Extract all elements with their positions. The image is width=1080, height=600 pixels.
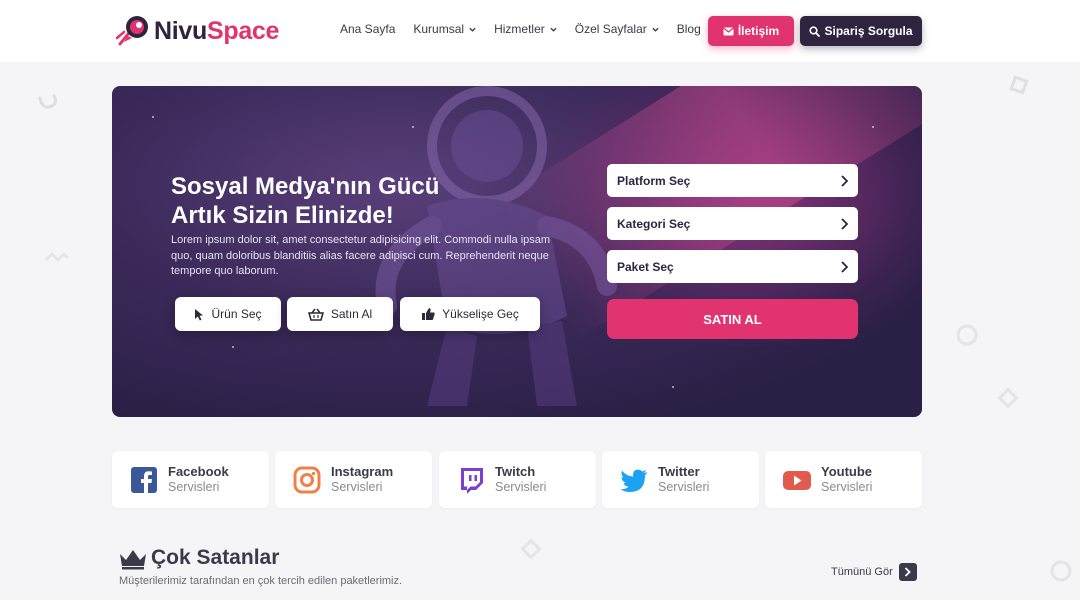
order-query-button[interactable]: Sipariş Sorgula: [800, 16, 922, 46]
platform-select[interactable]: Platform Seç: [607, 164, 858, 197]
buy-now-button[interactable]: Satın Al: [287, 297, 393, 331]
star: [232, 346, 234, 348]
nav-item-special-pages[interactable]: Özel Sayfalar: [575, 22, 659, 36]
chevron-down-icon: [550, 27, 557, 32]
chevron-right-icon: [841, 217, 848, 230]
service-card-youtube[interactable]: Youtube Servisleri: [765, 451, 922, 508]
rise-button[interactable]: Yükselişe Geç: [400, 297, 540, 331]
logo-text-part2: Space: [206, 16, 280, 45]
service-card-subtitle: Servisleri: [658, 480, 710, 494]
service-card-name: Youtube: [821, 464, 873, 479]
service-card-facebook[interactable]: Facebook Servisleri: [112, 451, 269, 508]
basket-icon: [307, 308, 324, 321]
buy-submit-button[interactable]: SATIN AL: [607, 299, 858, 339]
contact-button-label: İletişim: [737, 24, 780, 38]
service-card-twitch[interactable]: Twitch Servisleri: [439, 451, 596, 508]
chevron-right-icon: [898, 563, 917, 581]
section-subtitle: Müşterilerimiz tarafından en çok tercih …: [119, 575, 403, 587]
service-card-subtitle: Servisleri: [168, 480, 220, 494]
twitch-icon: [461, 468, 483, 494]
search-icon: [809, 25, 821, 37]
service-card-subtitle: Servisleri: [331, 480, 383, 494]
service-card-subtitle: Servisleri: [821, 480, 873, 494]
youtube-icon: [783, 471, 811, 490]
nav-item-label: Kurumsal: [413, 22, 465, 36]
site-logo[interactable]: NivuSpace: [114, 12, 279, 50]
decor-swirl-icon: [38, 94, 58, 109]
service-card-subtitle: Servisleri: [495, 480, 547, 494]
service-card-name: Facebook: [168, 464, 229, 479]
nav-item-label: Özel Sayfalar: [574, 22, 647, 36]
platform-select-label: Platform Seç: [617, 173, 691, 188]
star: [872, 126, 874, 128]
decor-diamond-icon: [520, 538, 542, 560]
nav-item-services[interactable]: Hizmetler: [494, 22, 557, 36]
decor-diamond-icon: [1009, 75, 1029, 95]
hero-banner: Sosyal Medya'nın Gücü Artık Sizin Eliniz…: [112, 86, 922, 417]
decor-ring-icon: [956, 324, 978, 346]
main-nav: Ana Sayfa Kurumsal Hizmetler Özel Sayfal…: [340, 22, 719, 36]
select-product-button[interactable]: Ürün Seç: [175, 297, 281, 331]
chevron-down-icon: [652, 27, 659, 32]
thumbs-up-icon: [422, 308, 435, 320]
chevron-down-icon: [469, 27, 476, 32]
nav-item-label: Blog: [676, 22, 701, 36]
rise-button-label: Yükselişe Geç: [442, 307, 519, 321]
chevron-right-icon: [841, 260, 848, 273]
star: [152, 116, 154, 118]
buy-now-button-label: Satın Al: [330, 307, 373, 321]
nav-item-home[interactable]: Ana Sayfa: [340, 22, 395, 36]
category-select-label: Kategori Seç: [617, 216, 691, 231]
package-select[interactable]: Paket Seç: [607, 250, 858, 283]
hero-title-line2: Artık Sizin Elinizde!: [171, 202, 394, 229]
service-card-instagram[interactable]: Instagram Servisleri: [275, 451, 432, 508]
service-card-name: Twitch: [495, 464, 536, 479]
nav-item-blog[interactable]: Blog: [677, 22, 701, 36]
nav-item-corporate[interactable]: Kurumsal: [413, 22, 476, 36]
hero-title: Sosyal Medya'nın Gücü Artık Sizin Eliniz…: [171, 172, 491, 230]
section-title: Çok Satanlar: [151, 546, 280, 569]
see-all-link[interactable]: Tümünü Gör: [831, 563, 917, 581]
chevron-right-icon: [841, 174, 848, 187]
facebook-icon: [131, 467, 157, 493]
hero-description: Lorem ipsum dolor sit, amet consectetur …: [171, 234, 551, 277]
crown-icon: [120, 550, 146, 570]
hero-title-line1: Sosyal Medya'nın Gücü: [171, 173, 440, 200]
decor-zigzag-icon: [45, 252, 69, 262]
logo-text-part1: Nivu: [154, 16, 207, 45]
cursor-icon: [195, 308, 204, 320]
category-select[interactable]: Kategori Seç: [607, 207, 858, 240]
instagram-icon: [293, 466, 321, 494]
contact-button[interactable]: İletişim: [708, 16, 794, 46]
package-select-label: Paket Seç: [617, 259, 674, 274]
site-header: NivuSpace Ana Sayfa Kurumsal Hizmetler Ö…: [0, 0, 1080, 62]
twitter-icon: [620, 469, 647, 492]
rocket-logo-icon: [115, 16, 148, 46]
service-card-name: Twitter: [658, 464, 700, 479]
see-all-label: Tümünü Gör: [831, 566, 893, 578]
service-card-name: Instagram: [331, 464, 394, 479]
decor-ring-icon: [1050, 560, 1072, 582]
star: [672, 386, 674, 388]
decor-diamond-icon: [997, 387, 1019, 409]
nav-item-label: Ana Sayfa: [340, 22, 396, 36]
envelope-icon: [722, 27, 734, 35]
service-card-twitter[interactable]: Twitter Servisleri: [602, 451, 759, 508]
order-query-button-label: Sipariş Sorgula: [824, 24, 913, 38]
nav-item-label: Hizmetler: [494, 22, 545, 36]
select-product-button-label: Ürün Seç: [211, 307, 262, 321]
